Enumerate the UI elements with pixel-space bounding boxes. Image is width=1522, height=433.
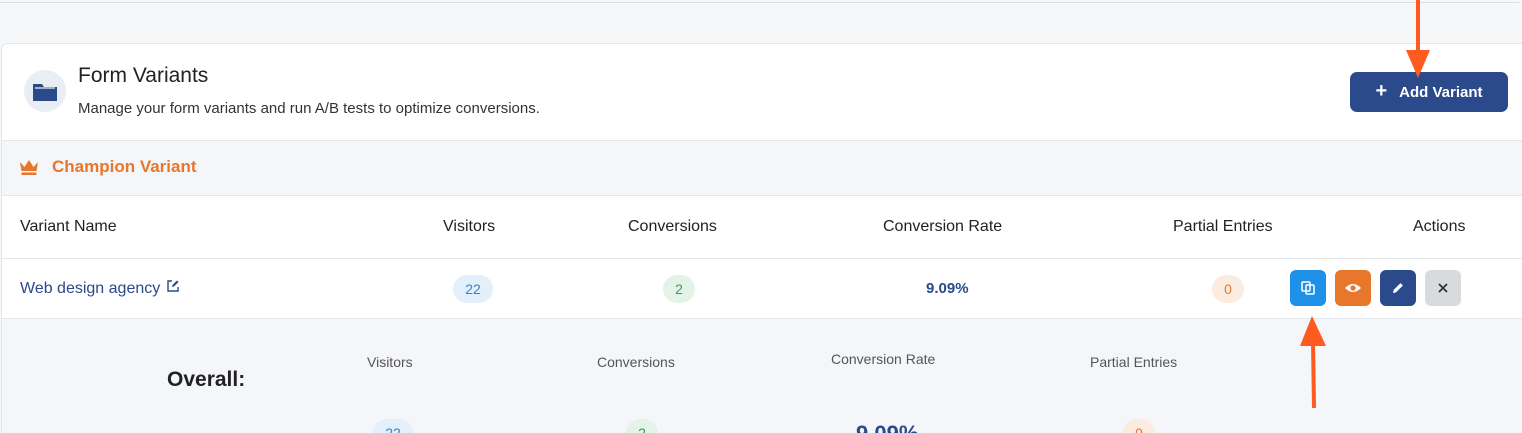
eye-icon <box>1345 284 1361 292</box>
table-row: Web design agency 22 2 9.09% 0 <box>2 259 1522 319</box>
overall-rate-caption: Conversion Rate <box>831 351 936 367</box>
overall-conversions-caption: Conversions <box>597 354 675 370</box>
variant-name-link[interactable]: Web design agency <box>20 279 180 298</box>
top-strip <box>0 0 1519 3</box>
crown-icon <box>18 158 40 180</box>
annotation-arrow-down <box>1406 0 1430 78</box>
overall-conversions-badge: 2 <box>626 419 658 433</box>
col-partial-entries: Partial Entries <box>1173 218 1273 235</box>
table-header: Variant Name Visitors Conversions Conver… <box>2 196 1522 259</box>
edit-variant-button[interactable] <box>1380 270 1416 306</box>
conversion-rate-value: 9.09% <box>926 280 969 297</box>
close-icon <box>1438 283 1448 293</box>
conversions-badge: 2 <box>663 275 695 303</box>
page-subtitle: Manage your form variants and run A/B te… <box>78 100 540 117</box>
plus-icon: + <box>1375 80 1388 102</box>
visitors-badge: 22 <box>453 275 493 303</box>
overall-partial-badge: 0 <box>1123 419 1155 433</box>
folder-icon <box>24 70 66 112</box>
page-title: Form Variants <box>78 64 209 87</box>
col-conversions: Conversions <box>628 218 717 235</box>
overall-rate-value: 9.09% <box>856 421 918 433</box>
overall-visitors-badge: 22 <box>373 419 413 433</box>
col-conversion-rate: Conversion Rate <box>883 218 1003 235</box>
delete-variant-button[interactable] <box>1425 270 1461 306</box>
champion-label: Champion Variant <box>52 157 197 176</box>
variant-name: Web design agency <box>20 279 161 297</box>
annotation-arrow-up <box>1300 316 1326 409</box>
col-actions: Actions <box>1413 218 1466 235</box>
partial-entries-badge: 0 <box>1212 275 1244 303</box>
copy-variant-button[interactable] <box>1290 270 1326 306</box>
overall-visitors-caption: Visitors <box>367 354 413 370</box>
pencil-icon <box>1393 283 1403 293</box>
champion-variant-bar: Champion Variant <box>2 140 1522 196</box>
col-variant-name: Variant Name <box>20 218 117 235</box>
card-header: Form Variants Manage your form variants … <box>2 44 1522 140</box>
copy-icon <box>1301 281 1315 295</box>
edit-square-icon[interactable] <box>166 279 180 298</box>
add-variant-label: Add Variant <box>1399 83 1483 101</box>
col-visitors: Visitors <box>443 218 496 235</box>
view-variant-button[interactable] <box>1335 270 1371 306</box>
overall-label: Overall: <box>167 368 246 391</box>
overall-partial-caption: Partial Entries <box>1090 354 1178 370</box>
